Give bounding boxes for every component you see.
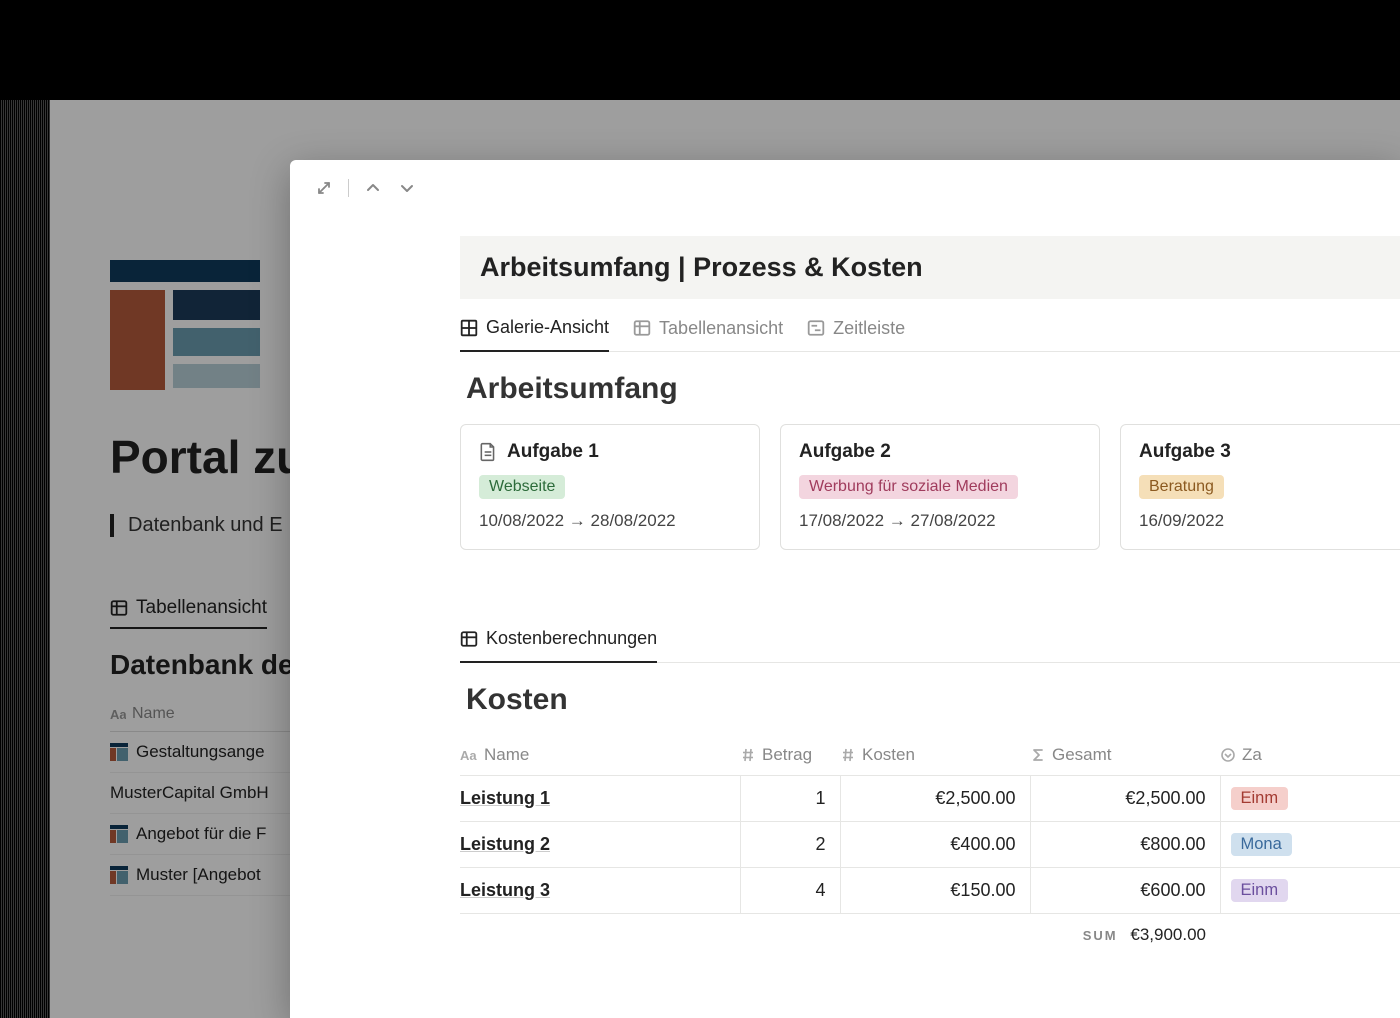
card-tag: Webseite <box>479 475 565 499</box>
tab-tabellenansicht[interactable]: Tabellenansicht <box>110 597 267 629</box>
tab-tabellenansicht[interactable]: Tabellenansicht <box>633 317 783 351</box>
view-tabs: Galerie-Ansicht Tabellenansicht Zeitleis… <box>460 299 1400 352</box>
cell-gesamt: €800.00 <box>1030 822 1220 868</box>
card-tag: Beratung <box>1139 475 1224 499</box>
table-icon <box>460 630 478 648</box>
table-row[interactable]: Leistung 1 1 €2,500.00 €2,500.00 Einm <box>460 776 1400 822</box>
select-icon <box>1220 747 1236 763</box>
modal-panel: Arbeitsumfang | Prozess & Kosten Galerie… <box>290 160 1400 1018</box>
status-pill: Einm <box>1231 879 1289 902</box>
section-heading-kosten: Kosten <box>466 683 1400 717</box>
svg-text:Aa: Aa <box>460 748 477 763</box>
cell-kosten: €2,500.00 <box>840 776 1030 822</box>
cell-betrag: 2 <box>740 822 840 868</box>
tab-kostenberechnungen[interactable]: Kostenberechnungen <box>460 628 657 663</box>
sum-label: SUM <box>1083 928 1126 943</box>
column-header-kosten[interactable]: Kosten <box>840 735 1030 776</box>
gallery-card[interactable]: Aufgabe 2 Werbung für soziale Medien 17/… <box>780 424 1100 550</box>
card-date: 17/08/2022 → 27/08/2022 <box>799 511 1081 531</box>
block-title-bar: Arbeitsumfang | Prozess & Kosten <box>460 236 1400 299</box>
next-icon[interactable] <box>397 178 417 198</box>
column-header-gesamt[interactable]: Gesamt <box>1030 735 1220 776</box>
expand-icon[interactable] <box>314 178 334 198</box>
text-icon: Aa <box>110 706 126 722</box>
cell-za: Einm <box>1220 868 1400 914</box>
sum-value: €3,900.00 <box>1130 925 1206 944</box>
cell-gesamt: €600.00 <box>1030 868 1220 914</box>
cell-name: Leistung 1 <box>460 776 740 822</box>
cell-name: Leistung 2 <box>460 822 740 868</box>
card-date: 16/09/2022 <box>1139 511 1400 531</box>
gallery-card[interactable]: Aufgabe 1 Webseite 10/08/2022 → 28/08/20… <box>460 424 760 550</box>
column-header-betrag[interactable]: Betrag <box>740 735 840 776</box>
page-mini-icon <box>110 743 128 761</box>
separator <box>348 179 349 197</box>
column-header-za[interactable]: Za <box>1220 735 1400 776</box>
page-mini-icon <box>110 866 128 884</box>
number-icon <box>840 747 856 763</box>
cell-kosten: €400.00 <box>840 822 1030 868</box>
cell-name: Leistung 3 <box>460 868 740 914</box>
status-pill: Einm <box>1231 787 1289 810</box>
modal-toolbar <box>290 160 1400 216</box>
tab-label: Tabellenansicht <box>136 597 267 619</box>
gallery-cards: Aufgabe 1 Webseite 10/08/2022 → 28/08/20… <box>460 424 1400 550</box>
table-icon <box>110 599 128 617</box>
card-title: Aufgabe 3 <box>1139 441 1231 463</box>
card-title: Aufgabe 1 <box>507 441 599 463</box>
column-header-name[interactable]: Aa Name <box>460 735 740 776</box>
kosten-table: Aa Name Betrag Kosten Gesamt <box>460 735 1400 956</box>
left-decorative-gutter <box>0 100 50 1018</box>
cell-kosten: €150.00 <box>840 868 1030 914</box>
cell-betrag: 1 <box>740 776 840 822</box>
page-logo <box>110 260 260 390</box>
status-pill: Mona <box>1231 833 1292 856</box>
formula-icon <box>1030 747 1046 763</box>
svg-text:Aa: Aa <box>110 707 126 722</box>
table-row[interactable]: Leistung 3 4 €150.00 €600.00 Einm <box>460 868 1400 914</box>
section-heading-arbeitsumfang: Arbeitsumfang <box>466 372 1400 406</box>
sum-row: SUM €3,900.00 <box>460 914 1400 957</box>
timeline-icon <box>807 319 825 337</box>
cell-za: Einm <box>1220 776 1400 822</box>
page-mini-icon <box>110 825 128 843</box>
tab-zeitleiste[interactable]: Zeitleiste <box>807 317 905 351</box>
gallery-icon <box>460 319 478 337</box>
page-icon <box>479 442 497 462</box>
tab-galerie-ansicht[interactable]: Galerie-Ansicht <box>460 317 609 352</box>
gallery-card[interactable]: Aufgabe 3 Beratung 16/09/2022 <box>1120 424 1400 550</box>
table-row[interactable]: Leistung 2 2 €400.00 €800.00 Mona <box>460 822 1400 868</box>
card-title: Aufgabe 2 <box>799 441 891 463</box>
block-title: Arbeitsumfang | Prozess & Kosten <box>480 252 1380 283</box>
number-icon <box>740 747 756 763</box>
card-tag: Werbung für soziale Medien <box>799 475 1018 499</box>
card-date: 10/08/2022 → 28/08/2022 <box>479 511 741 531</box>
view-tabs-kosten: Kostenberechnungen <box>460 610 1400 663</box>
prev-icon[interactable] <box>363 178 383 198</box>
cell-gesamt: €2,500.00 <box>1030 776 1220 822</box>
cell-za: Mona <box>1220 822 1400 868</box>
text-icon: Aa <box>460 747 478 763</box>
table-icon <box>633 319 651 337</box>
cell-betrag: 4 <box>740 868 840 914</box>
